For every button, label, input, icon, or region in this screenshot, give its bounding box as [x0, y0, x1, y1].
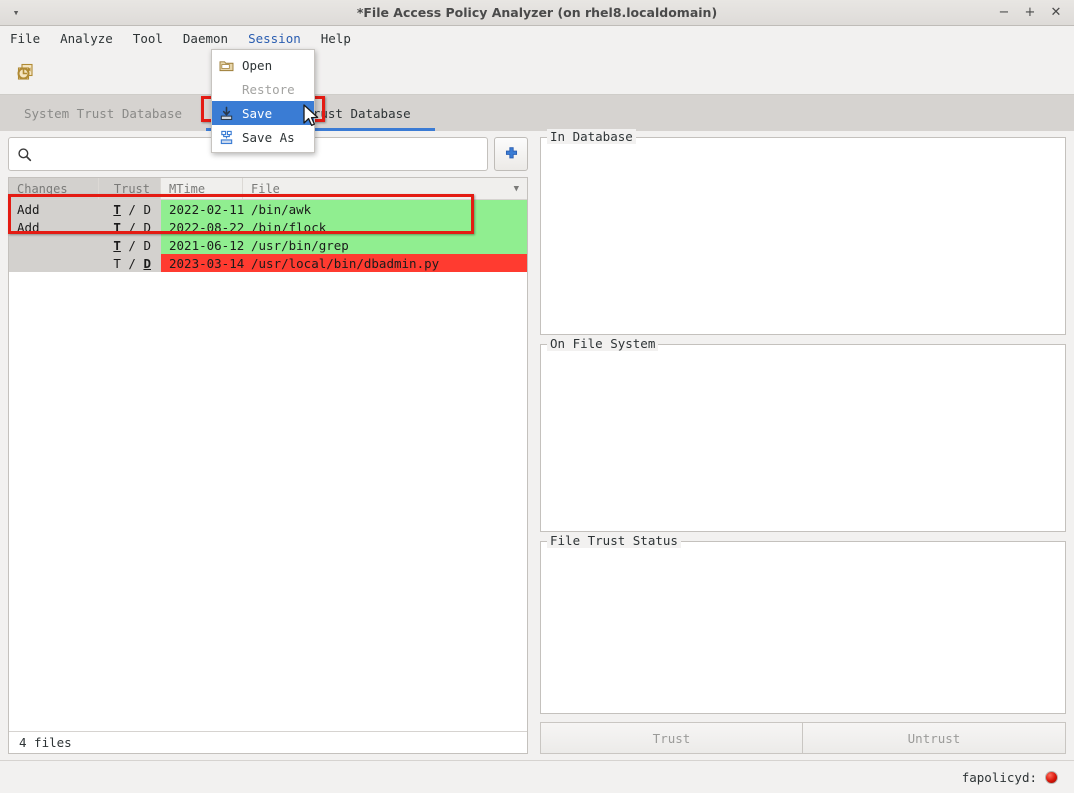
- tab-system-trust-database[interactable]: System Trust Database: [0, 95, 206, 131]
- title-bar: ▾ *File Access Policy Analyzer (on rhel8…: [0, 0, 1074, 26]
- column-header-trust[interactable]: Trust: [99, 178, 161, 199]
- menu-item-restore: Restore: [212, 77, 314, 101]
- tab-bar: System Trust Database Ancillary Trust Da…: [0, 95, 1074, 131]
- menu-analyze[interactable]: Analyze: [50, 26, 123, 51]
- refresh-databases-icon: [17, 63, 33, 80]
- menu-item-save[interactable]: Save: [212, 101, 314, 125]
- untrust-button[interactable]: Untrust: [803, 722, 1066, 754]
- minimize-button[interactable]: −: [998, 6, 1010, 19]
- tool-bar: [0, 51, 1074, 95]
- daemon-status-label: fapolicyd:: [961, 769, 1037, 785]
- menu-item-open-label: Open: [242, 57, 273, 73]
- main-content: Changes Trust MTime File ▼ Add T / D 202…: [0, 129, 1074, 760]
- application-window: ▾ *File Access Policy Analyzer (on rhel8…: [0, 0, 1074, 793]
- plus-icon: [505, 146, 517, 158]
- cell-mtime-file: 2023-03-14/usr/local/bin/dbadmin.py: [161, 254, 527, 272]
- maximize-button[interactable]: +: [1024, 6, 1036, 19]
- cell-mtime: 2022-08-22: [169, 219, 245, 235]
- cell-changes: [9, 254, 99, 272]
- group-in-database-label: In Database: [547, 129, 636, 144]
- left-pane: Changes Trust MTime File ▼ Add T / D 202…: [0, 131, 534, 760]
- menu-item-save-as-label: Save As: [242, 129, 295, 145]
- session-menu-dropdown: Open Restore Save Save As: [211, 49, 315, 153]
- right-pane: In Database On File System File Trust St…: [534, 129, 1074, 760]
- menu-file[interactable]: File: [0, 26, 50, 51]
- file-count-status: 4 files: [9, 731, 527, 753]
- cell-mtime: 2023-03-14: [169, 255, 245, 271]
- menu-daemon[interactable]: Daemon: [173, 26, 238, 51]
- folder-icon: [218, 57, 234, 73]
- file-table[interactable]: Changes Trust MTime File ▼ Add T / D 202…: [8, 177, 528, 754]
- save-icon: [218, 105, 234, 121]
- close-button[interactable]: ✕: [1050, 6, 1062, 19]
- column-options-caret-icon[interactable]: ▼: [514, 178, 519, 199]
- cell-changes: [9, 236, 99, 254]
- cell-trust: T / D: [99, 218, 161, 236]
- trust-action-buttons: Trust Untrust: [540, 722, 1066, 754]
- cell-changes: Add: [9, 218, 99, 236]
- save-as-icon: [218, 129, 234, 145]
- group-on-file-system: On File System: [540, 336, 1066, 532]
- column-header-file[interactable]: File: [243, 178, 527, 199]
- menu-bar: File Analyze Tool Daemon Session Help: [0, 26, 1074, 51]
- cell-mtime-file: 2022-02-11/bin/awk: [161, 200, 527, 218]
- trust-button[interactable]: Trust: [540, 722, 803, 754]
- table-row[interactable]: T / D 2021-06-12/usr/bin/grep: [9, 236, 527, 254]
- window-menu-icon[interactable]: ▾: [0, 7, 28, 18]
- column-header-changes[interactable]: Changes: [9, 178, 99, 199]
- menu-item-save-label: Save: [242, 105, 273, 121]
- status-bar: fapolicyd:: [0, 760, 1074, 793]
- table-row[interactable]: Add T / D 2022-02-11/bin/awk: [9, 200, 527, 218]
- window-title: *File Access Policy Analyzer (on rhel8.l…: [356, 5, 718, 20]
- column-header-mtime[interactable]: MTime: [161, 178, 243, 199]
- add-file-button[interactable]: [494, 137, 528, 171]
- cell-mtime-file: 2022-08-22/bin/flock: [161, 218, 527, 236]
- cell-mtime: 2022-02-11: [169, 201, 245, 217]
- group-file-trust-status-label: File Trust Status: [547, 533, 681, 548]
- menu-item-open[interactable]: Open: [212, 53, 314, 77]
- cell-mtime: 2021-06-12: [169, 237, 245, 253]
- search-icon: [18, 147, 32, 161]
- cell-trust: T / D: [99, 254, 161, 272]
- group-file-trust-status: File Trust Status: [540, 533, 1066, 714]
- group-in-database: In Database: [540, 129, 1066, 335]
- menu-item-restore-label: Restore: [242, 81, 295, 97]
- menu-help[interactable]: Help: [311, 26, 361, 51]
- menu-item-save-as[interactable]: Save As: [212, 125, 314, 149]
- table-header: Changes Trust MTime File ▼: [9, 178, 527, 200]
- group-on-file-system-label: On File System: [547, 336, 659, 351]
- window-controls: − + ✕: [998, 6, 1074, 19]
- refresh-databases-button[interactable]: [10, 58, 40, 88]
- cell-trust: T / D: [99, 200, 161, 218]
- cell-file: /usr/bin/grep: [251, 237, 349, 253]
- daemon-status-indicator: [1045, 770, 1058, 784]
- menu-session[interactable]: Session: [238, 26, 311, 51]
- cell-file: /usr/local/bin/dbadmin.py: [251, 255, 440, 271]
- no-icon: [218, 81, 234, 97]
- cell-file: /bin/awk: [251, 201, 312, 217]
- table-row[interactable]: T / D 2023-03-14/usr/local/bin/dbadmin.p…: [9, 254, 527, 272]
- cell-file: /bin/flock: [251, 219, 327, 235]
- cell-changes: Add: [9, 200, 99, 218]
- table-body: Add T / D 2022-02-11/bin/awk Add T / D 2…: [9, 200, 527, 731]
- cell-trust: T / D: [99, 236, 161, 254]
- menu-tool[interactable]: Tool: [123, 26, 173, 51]
- cell-mtime-file: 2021-06-12/usr/bin/grep: [161, 236, 527, 254]
- table-row[interactable]: Add T / D 2022-08-22/bin/flock: [9, 218, 527, 236]
